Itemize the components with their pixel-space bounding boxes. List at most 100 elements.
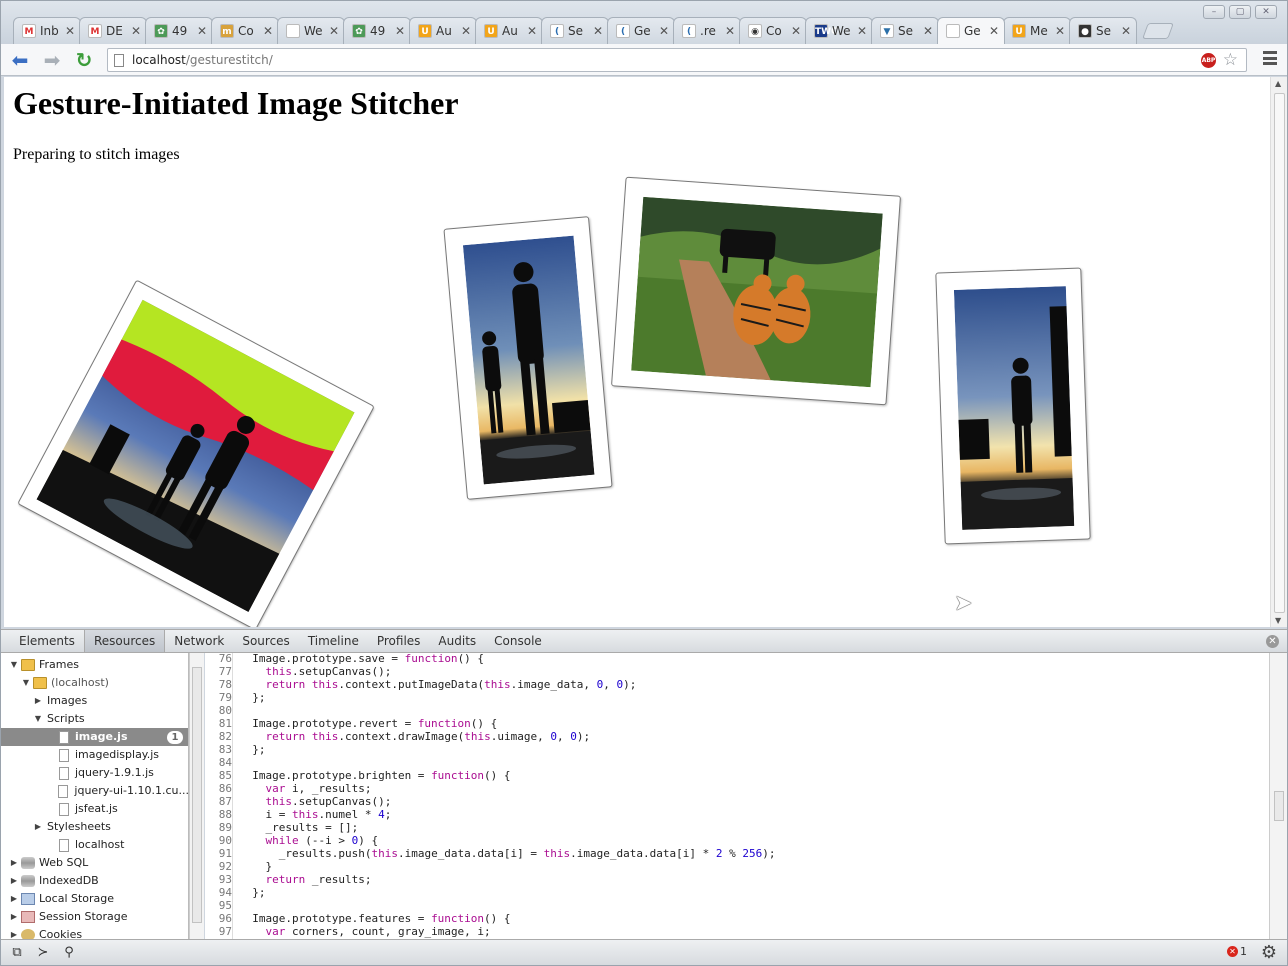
devtools-tab-elements[interactable]: Elements — [10, 630, 84, 652]
line-number[interactable]: 83 — [205, 743, 233, 756]
disclosure-triangle-icon[interactable]: ▼ — [21, 674, 31, 692]
browser-tab[interactable]: (Se ✕ — [541, 17, 609, 44]
disclosure-triangle-icon[interactable]: ▶ — [9, 872, 19, 890]
line-number[interactable]: 93 — [205, 873, 233, 886]
address-bar[interactable]: localhost/gesturestitch/ ABP ☆ — [107, 48, 1247, 72]
image-card[interactable] — [17, 279, 375, 627]
line-number[interactable]: 90 — [205, 834, 233, 847]
disclosure-triangle-icon[interactable]: ▶ — [9, 854, 19, 872]
tree-item[interactable]: jquery-1.9.1.js — [1, 764, 188, 782]
tree-item[interactable]: image.js 1 — [1, 728, 188, 746]
devtools-tab-audits[interactable]: Audits — [429, 630, 485, 652]
close-tab-icon[interactable]: ✕ — [394, 24, 406, 38]
line-number[interactable]: 86 — [205, 782, 233, 795]
browser-tab[interactable]: U Au ✕ — [475, 17, 543, 44]
close-tab-icon[interactable]: ✕ — [196, 24, 208, 38]
browser-tab[interactable]: TWC We ✕ — [805, 17, 873, 44]
line-number[interactable]: 95 — [205, 899, 233, 912]
line-number[interactable]: 85 — [205, 769, 233, 782]
line-number[interactable]: 81 — [205, 717, 233, 730]
page-scrollbar[interactable]: ▲ ▼ — [1270, 77, 1287, 627]
disclosure-triangle-icon[interactable]: ▶ — [9, 908, 19, 926]
devtools-tab-timeline[interactable]: Timeline — [299, 630, 368, 652]
back-icon[interactable]: ⬅ — [7, 48, 33, 72]
browser-tab[interactable]: Ge ✕ — [937, 17, 1005, 44]
menu-icon[interactable] — [1263, 51, 1277, 65]
line-number[interactable]: 84 — [205, 756, 233, 769]
console-toggle-icon[interactable]: ≻ — [33, 943, 53, 963]
line-number[interactable]: 82 — [205, 730, 233, 743]
browser-tab[interactable]: (.re ✕ — [673, 17, 741, 44]
tree-item[interactable]: localhost — [1, 836, 188, 854]
line-number[interactable]: 79 — [205, 691, 233, 704]
devtools-tab-sources[interactable]: Sources — [233, 630, 298, 652]
tree-item[interactable]: ▼ Scripts — [1, 710, 188, 728]
disclosure-triangle-icon[interactable]: ▶ — [9, 926, 19, 939]
disclosure-triangle-icon[interactable]: ▶ — [33, 692, 43, 710]
line-number[interactable]: 77 — [205, 665, 233, 678]
close-tab-icon[interactable]: ✕ — [592, 24, 604, 38]
scrollbar-thumb[interactable] — [1274, 93, 1285, 613]
line-number[interactable]: 78 — [205, 678, 233, 691]
tree-item[interactable]: jsfeat.js — [1, 800, 188, 818]
browser-tab[interactable]: ✿ 49 ✕ — [343, 17, 411, 44]
close-tab-icon[interactable]: ✕ — [64, 24, 76, 38]
line-number[interactable]: 88 — [205, 808, 233, 821]
bookmark-star-icon[interactable]: ☆ — [1223, 50, 1238, 70]
close-tab-icon[interactable]: ✕ — [460, 24, 472, 38]
close-tab-icon[interactable]: ✕ — [526, 24, 538, 38]
browser-tab[interactable]: (Ge ✕ — [607, 17, 675, 44]
line-number[interactable]: 94 — [205, 886, 233, 899]
error-counter[interactable]: ✕ 1 — [1227, 945, 1247, 958]
tree-item[interactable]: ▶ Stylesheets — [1, 818, 188, 836]
sidebar-scrollbar[interactable] — [189, 653, 204, 939]
new-tab-button[interactable] — [1142, 23, 1174, 39]
browser-tab[interactable]: ✿ 49 ✕ — [145, 17, 213, 44]
close-tab-icon[interactable]: ✕ — [1120, 24, 1132, 38]
tree-item[interactable]: ▶ Session Storage — [1, 908, 188, 926]
close-tab-icon[interactable]: ✕ — [790, 24, 802, 38]
image-card[interactable] — [443, 216, 613, 500]
close-tab-icon[interactable]: ✕ — [262, 24, 274, 38]
line-number[interactable]: 91 — [205, 847, 233, 860]
devtools-tab-resources[interactable]: Resources — [83, 630, 166, 652]
tree-item[interactable]: ▼ (localhost) — [1, 674, 188, 692]
line-number[interactable]: 92 — [205, 860, 233, 873]
line-number[interactable]: 87 — [205, 795, 233, 808]
close-tab-icon[interactable]: ✕ — [658, 24, 670, 38]
close-tab-icon[interactable]: ✕ — [1054, 24, 1066, 38]
close-tab-icon[interactable]: ✕ — [724, 24, 736, 38]
tree-item[interactable]: ▶ Cookies — [1, 926, 188, 939]
devtools-tab-console[interactable]: Console — [485, 630, 551, 652]
tree-item[interactable]: jquery-ui-1.10.1.cu... — [1, 782, 188, 800]
minimize-button[interactable]: – — [1203, 5, 1225, 19]
browser-tab[interactable]: U Me ✕ — [1003, 17, 1071, 44]
search-icon[interactable]: ⚲ — [59, 943, 79, 963]
tree-item[interactable]: ▶ Local Storage — [1, 890, 188, 908]
reload-icon[interactable]: ↻ — [71, 48, 97, 72]
line-number[interactable]: 96 — [205, 912, 233, 925]
line-number[interactable]: 76 — [205, 653, 233, 665]
dock-icon[interactable]: ⧉ — [7, 943, 27, 963]
browser-tab[interactable]: ▼ Se ✕ — [871, 17, 939, 44]
browser-tab[interactable]: ◉ Co ✕ — [739, 17, 807, 44]
source-scrollbar[interactable] — [1269, 653, 1287, 939]
tree-item[interactable]: ▶ Images — [1, 692, 188, 710]
close-devtools-icon[interactable]: ✕ — [1266, 635, 1279, 648]
close-window-button[interactable]: ✕ — [1255, 5, 1277, 19]
scroll-down-icon[interactable]: ▼ — [1275, 616, 1281, 625]
image-card[interactable] — [935, 267, 1091, 545]
line-number[interactable]: 80 — [205, 704, 233, 717]
tree-item[interactable]: ▶ IndexedDB — [1, 872, 188, 890]
close-tab-icon[interactable]: ✕ — [856, 24, 868, 38]
forward-icon[interactable]: ➡ — [39, 48, 65, 72]
disclosure-triangle-icon[interactable]: ▶ — [33, 818, 43, 836]
browser-tab[interactable]: M Inb ✕ — [13, 17, 81, 44]
scroll-up-icon[interactable]: ▲ — [1275, 79, 1281, 88]
tree-item[interactable]: imagedisplay.js — [1, 746, 188, 764]
browser-tab[interactable]: M DE ✕ — [79, 17, 147, 44]
line-number[interactable]: 89 — [205, 821, 233, 834]
disclosure-triangle-icon[interactable]: ▼ — [33, 710, 43, 728]
devtools-tab-network[interactable]: Network — [165, 630, 233, 652]
close-tab-icon[interactable]: ✕ — [988, 24, 1000, 38]
